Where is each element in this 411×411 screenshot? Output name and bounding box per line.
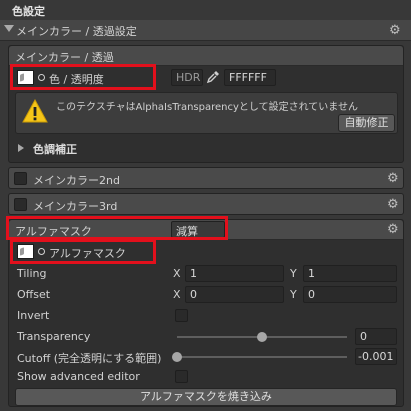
hdr-color-field[interactable]: HDR	[171, 69, 203, 86]
transparency-label: Transparency	[17, 330, 91, 343]
main-color-2nd-toggle[interactable]	[14, 172, 27, 185]
eyedropper-icon[interactable]	[206, 70, 220, 84]
transparency-slider-knob[interactable]	[257, 332, 267, 342]
color-correction-foldout[interactable]: 色調補正	[33, 141, 77, 157]
main-color-group: メインカラー / 透過 色 / 透明度 HDR FFFFFF このテクスチャはA…	[8, 45, 404, 163]
tiling-y-label: Y	[290, 267, 297, 280]
warning-text: このテクスチャはAlphaIsTransparencyとして設定されていません	[56, 102, 358, 113]
main-color-3rd-header[interactable]: メインカラー3rd ⚙	[8, 193, 404, 215]
foldout-collapsed-icon[interactable]	[18, 144, 24, 152]
transparency-value-field[interactable]: 0	[355, 328, 397, 345]
warning-helpbox: このテクスチャはAlphaIsTransparencyとして設定されていません …	[15, 92, 398, 134]
cutoff-value-field[interactable]: -0.001	[355, 348, 397, 365]
highlight-alpha-mask-texture	[10, 239, 156, 264]
invert-label: Invert	[17, 309, 50, 322]
show-advanced-editor-label: Show advanced editor	[17, 370, 140, 383]
gear-icon[interactable]: ⚙	[387, 198, 399, 211]
offset-label: Offset	[17, 288, 51, 301]
tiling-label: Tiling	[17, 267, 47, 280]
highlight-color-alpha	[10, 64, 156, 90]
section-header-main-transparency[interactable]: メインカラー / 透過設定 ⚙	[0, 20, 411, 41]
auto-fix-button[interactable]: 自動修正	[338, 114, 395, 132]
invert-checkbox[interactable]	[175, 309, 188, 322]
panel-title: 色設定	[12, 5, 45, 18]
gear-icon[interactable]: ⚙	[389, 24, 401, 37]
tiling-x-label: X	[173, 267, 181, 280]
offset-y-field[interactable]: 0	[303, 286, 397, 303]
foldout-expanded-icon	[4, 25, 14, 32]
main-color-2nd-label: メインカラー2nd	[33, 174, 120, 187]
bake-alpha-mask-button[interactable]: アルファマスクを焼き込み	[15, 388, 397, 406]
cutoff-slider-knob[interactable]	[172, 352, 182, 362]
main-color-3rd-toggle[interactable]	[14, 198, 27, 211]
main-color-header: メインカラー / 透過	[9, 46, 403, 66]
offset-x-label: X	[173, 288, 181, 301]
cutoff-slider-track[interactable]	[177, 356, 347, 358]
cutoff-label: Cutoff (完全透明にする範囲)	[17, 352, 162, 365]
show-advanced-editor-checkbox[interactable]	[175, 370, 188, 383]
main-color-2nd-header[interactable]: メインカラー2nd ⚙	[8, 167, 404, 189]
offset-x-field[interactable]: 0	[185, 286, 284, 303]
main-color-3rd-label: メインカラー3rd	[33, 200, 118, 213]
hex-color-field[interactable]: FFFFFF	[224, 69, 276, 86]
gear-icon[interactable]: ⚙	[387, 223, 399, 236]
offset-y-label: Y	[290, 288, 297, 301]
gear-icon[interactable]: ⚙	[387, 172, 399, 185]
section-header-label: メインカラー / 透過設定	[16, 25, 137, 38]
main-color-header-label: メインカラー / 透過	[15, 51, 114, 64]
warning-icon	[22, 98, 48, 123]
highlight-alpha-mask-mode	[6, 216, 228, 240]
tiling-y-field[interactable]: 1	[303, 265, 397, 282]
tiling-x-field[interactable]: 1	[185, 265, 284, 282]
